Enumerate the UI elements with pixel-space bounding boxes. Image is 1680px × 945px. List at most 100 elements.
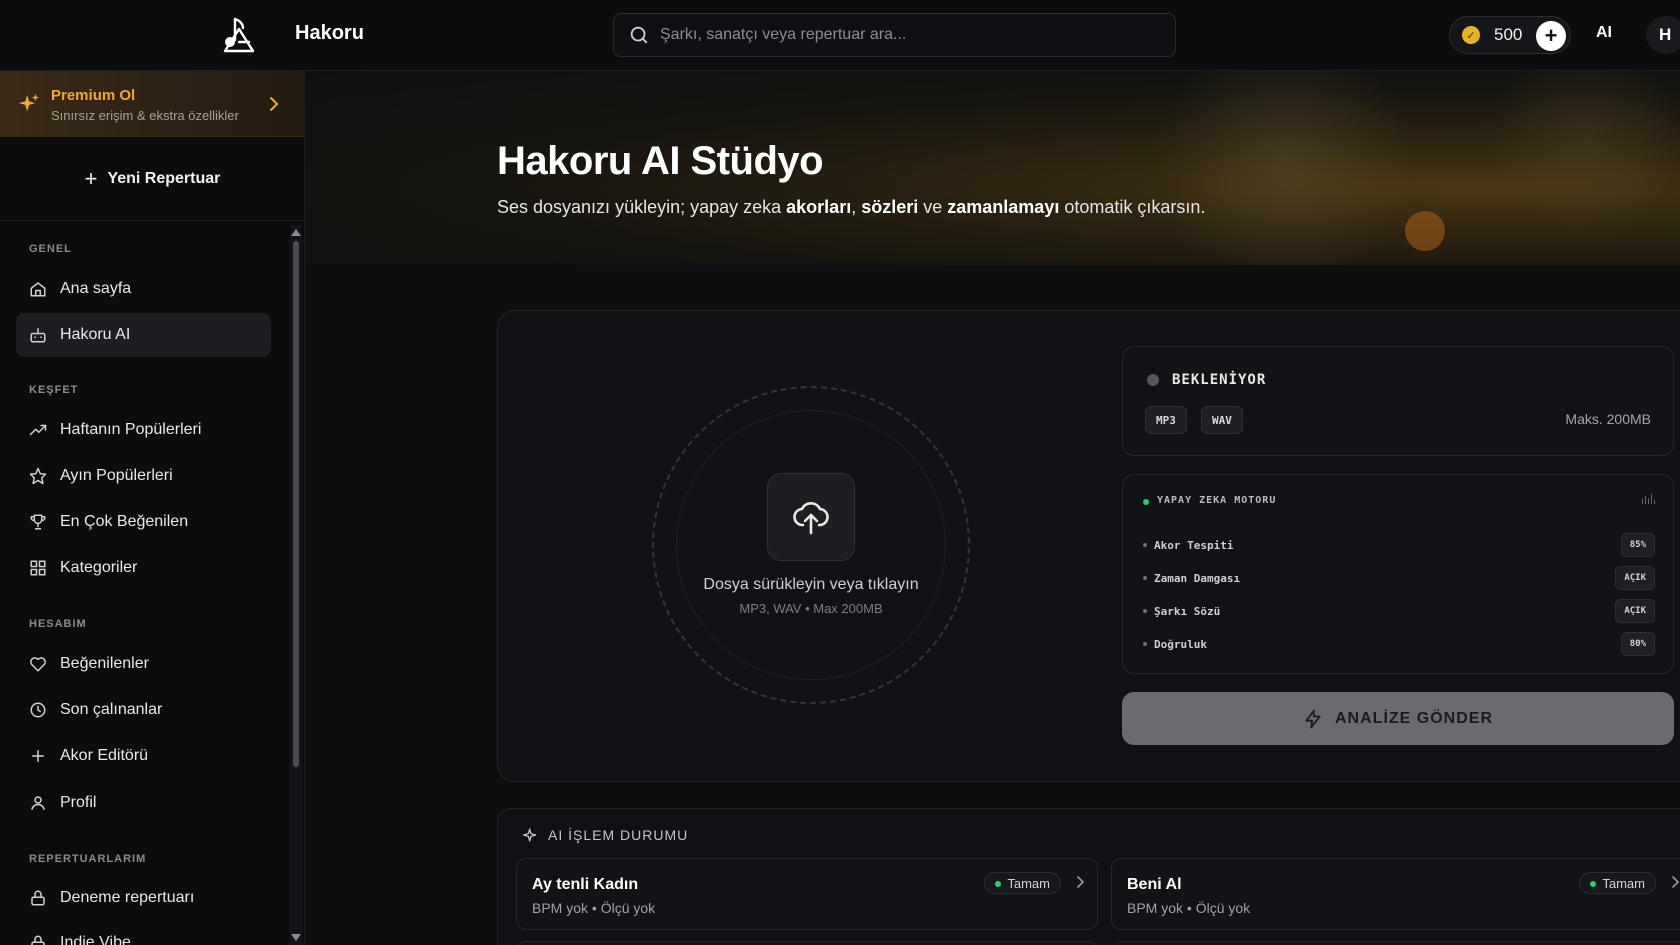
sidebar-item-home[interactable]: Ana sayfa: [16, 267, 271, 311]
scroll-down-icon[interactable]: [291, 934, 301, 941]
sidebar-item-recently-played[interactable]: Son çalınanlar: [16, 688, 271, 732]
trending-icon: [28, 420, 48, 440]
search-bar[interactable]: [613, 13, 1176, 57]
grid-icon: [28, 558, 48, 578]
trophy-icon: [28, 512, 48, 532]
subtitle-text: otomatik çıkarsın.: [1059, 197, 1206, 217]
dropzone-title: Dosya sürükleyin veya tıklayın: [703, 576, 919, 593]
engine-row-accuracy: Doğruluk 80%: [1143, 631, 1655, 657]
hero-decoration: [1405, 211, 1445, 251]
ai-status-title: AI İŞLEM DURUMU: [548, 827, 689, 843]
search-input[interactable]: [660, 26, 1175, 44]
engine-row-timestamp: Zaman Damgası AÇIK: [1143, 565, 1655, 591]
job-title: Ay tenli Kadın: [532, 876, 639, 893]
job-meta: BPM yok • Ölçü yok: [1127, 900, 1251, 916]
section-title-kesfet: KEŞFET: [29, 384, 79, 396]
sidebar-item-favorites[interactable]: Beğenilenler: [16, 642, 271, 686]
chevron-right-icon[interactable]: [1670, 875, 1680, 889]
subtitle-bold-chords: akorları: [786, 197, 852, 217]
sidebar-item-profile[interactable]: Profil: [16, 781, 271, 825]
search-icon: [630, 26, 648, 44]
scrollbar-thumb[interactable]: [293, 241, 299, 767]
sidebar-item-label: Ayın Popülerleri: [60, 467, 173, 484]
sidebar-item-chord-editor[interactable]: Akor Editörü: [16, 734, 271, 778]
sidebar-item-most-liked[interactable]: En Çok Beğenilen: [16, 500, 271, 544]
ai-button[interactable]: AI: [1596, 24, 1612, 42]
sidebar-item-label: Haftanın Popülerleri: [60, 421, 202, 438]
status-panel: BEKLENİYOR MP3 WAV Maks. 200MB: [1122, 346, 1674, 456]
dropzone-subtitle: MP3, WAV • Max 200MB: [739, 601, 883, 616]
home-icon: [28, 279, 48, 299]
engine-row-value: 80%: [1620, 632, 1655, 656]
hero-decoration: [1155, 71, 1415, 265]
format-badge-wav: WAV: [1201, 406, 1243, 434]
job-title: Beni Al: [1127, 876, 1182, 893]
page-title: Hakoru AI Stüdyo: [497, 139, 824, 183]
coin-balance[interactable]: ✓ 500 +: [1449, 16, 1571, 54]
send-to-analysis-button[interactable]: ANALİZE GÖNDER: [1122, 692, 1674, 745]
upload-button[interactable]: [767, 473, 855, 561]
sidebar-item-weekly-popular[interactable]: Haftanın Popülerleri: [16, 408, 271, 452]
sidebar-item-label: Profil: [60, 794, 97, 811]
engine-title: YAPAY ZEKA MOTORU: [1157, 495, 1277, 506]
scroll-up-icon[interactable]: [291, 229, 301, 236]
job-card-partial[interactable]: [516, 941, 1098, 945]
logo-icon[interactable]: [219, 16, 259, 54]
sidebar-item-repertoire-indie[interactable]: Indie Vibe: [16, 921, 271, 945]
subtitle-text: Ses dosyanızı yükleyin; yapay zeka: [497, 197, 787, 217]
new-repertoire-button[interactable]: + Yeni Repertuar: [0, 137, 304, 221]
avatar[interactable]: H: [1646, 16, 1680, 54]
sidebar-item-repertoire-deneme[interactable]: Deneme repertuarı: [16, 876, 271, 920]
sidebar: Premium Ol Sınırsız erişim & ekstra özel…: [0, 71, 305, 945]
page-subtitle: Ses dosyanızı yükleyin; yapay zeka akorl…: [497, 197, 1205, 218]
add-coins-button[interactable]: +: [1536, 21, 1566, 51]
sparkle-icon: [523, 828, 537, 842]
engine-row-value: AÇIK: [1615, 566, 1655, 590]
sidebar-item-categories[interactable]: Kategoriler: [16, 546, 271, 590]
sidebar-item-monthly-popular[interactable]: Ayın Popülerleri: [16, 454, 271, 498]
sidebar-item-label: Kategoriler: [60, 559, 138, 576]
status-indicator: [1147, 374, 1159, 386]
job-status-badge: Tamam: [1579, 872, 1656, 894]
engine-row-lyrics: Şarkı Sözü AÇIK: [1143, 598, 1655, 624]
sidebar-scrollbar[interactable]: [290, 225, 302, 945]
section-title-repertuarlarim: REPERTUARLARIM: [29, 853, 147, 865]
sidebar-item-label: Deneme repertuarı: [60, 889, 195, 906]
hero-decoration: [1485, 71, 1680, 241]
engine-row-label: Şarkı Sözü: [1154, 604, 1221, 618]
job-card-partial[interactable]: [1111, 941, 1680, 945]
job-meta: BPM yok • Ölçü yok: [532, 900, 656, 916]
chevron-right-icon: [270, 97, 279, 111]
brand-name[interactable]: Hakoru: [295, 22, 364, 45]
premium-banner[interactable]: Premium Ol Sınırsız erişim & ekstra özel…: [0, 71, 304, 137]
section-title-genel: GENEL: [29, 243, 72, 255]
max-size-label: Maks. 200MB: [1565, 411, 1651, 427]
sidebar-item-label: Beğenilenler: [60, 655, 149, 672]
premium-subtitle: Sınırsız erişim & ekstra özellikler: [51, 108, 239, 123]
job-card[interactable]: Beni Al BPM yok • Ölçü yok Tamam: [1111, 858, 1680, 930]
send-button-label: ANALİZE GÖNDER: [1335, 709, 1493, 727]
sidebar-item-hakoru-ai[interactable]: Hakoru AI: [16, 313, 271, 357]
clock-icon: [28, 700, 48, 720]
cloud-upload-icon: [793, 502, 829, 535]
star-icon: [28, 466, 48, 486]
sidebar-item-label: En Çok Beğenilen: [60, 513, 189, 530]
sidebar-item-label: Ana sayfa: [60, 280, 132, 297]
engine-row-value: AÇIK: [1615, 599, 1655, 623]
sidebar-item-label: Son çalınanlar: [60, 701, 163, 718]
section-title-hesabim: HESABIM: [29, 618, 87, 630]
coin-icon: ✓: [1462, 26, 1480, 44]
engine-row-label: Doğruluk: [1154, 637, 1207, 651]
plus-icon: [28, 746, 48, 766]
chevron-right-icon[interactable]: [1075, 875, 1085, 889]
job-card[interactable]: Ay tenli Kadın BPM yok • Ölçü yok Tamam: [516, 858, 1098, 930]
subtitle-text: ,: [851, 197, 862, 217]
engine-status-dot: [1143, 499, 1149, 505]
signal-bars-icon: [1642, 494, 1655, 504]
new-repertoire-label: Yeni Repertuar: [107, 169, 221, 187]
subtitle-text: ve: [918, 197, 948, 217]
sidebar-item-label: Hakoru AI: [60, 326, 131, 343]
status-label: BEKLENİYOR: [1172, 372, 1267, 388]
ai-status-heading: AI İŞLEM DURUMU: [523, 827, 688, 843]
premium-title: Premium Ol: [51, 87, 136, 104]
